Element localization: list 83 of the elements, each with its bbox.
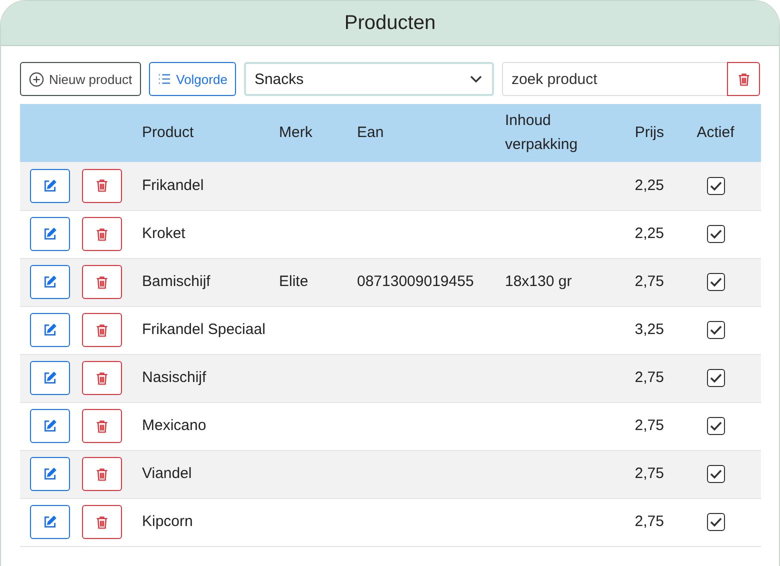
- edit-icon: [43, 515, 57, 529]
- trash-icon: [95, 178, 109, 194]
- active-checkbox[interactable]: [706, 417, 724, 436]
- trash-icon: [95, 226, 109, 242]
- edit-button[interactable]: [30, 457, 70, 491]
- edit-button[interactable]: [30, 361, 70, 395]
- trash-icon: [95, 322, 109, 338]
- edit-icon: [43, 371, 57, 385]
- table-cell: 2,25: [634, 225, 664, 242]
- plus-circle-icon: [29, 72, 44, 86]
- edit-icon: [43, 467, 57, 481]
- trash-icon: [95, 514, 109, 530]
- list-icon: [158, 73, 172, 85]
- table-cell: 2,75: [634, 369, 664, 386]
- table-cell: Nasischijf: [142, 369, 206, 386]
- active-checkbox[interactable]: [706, 369, 724, 388]
- category-dropdown[interactable]: Snacks: [244, 62, 494, 96]
- table-cell: Kipcorn: [142, 513, 193, 530]
- active-checkbox[interactable]: [706, 321, 724, 340]
- search-field[interactable]: zoek product: [502, 62, 727, 96]
- table-cell: 2,75: [634, 273, 664, 290]
- edit-button[interactable]: [30, 168, 70, 203]
- trash-icon: [95, 466, 109, 482]
- table-cell: 3,25: [634, 321, 664, 338]
- new-product-button[interactable]: Nieuw product: [20, 62, 142, 96]
- check-icon: [710, 180, 722, 191]
- column-header[interactable]: Ean: [357, 121, 493, 145]
- table-cell: Viandel: [142, 465, 192, 482]
- active-checkbox[interactable]: [706, 513, 724, 532]
- check-icon: [710, 421, 722, 432]
- delete-button[interactable]: [82, 168, 122, 203]
- edit-icon: [43, 419, 57, 433]
- active-checkbox[interactable]: [706, 465, 724, 484]
- window-title: Producten: [344, 12, 436, 34]
- order-button[interactable]: Volgorde: [149, 62, 236, 96]
- active-checkbox[interactable]: [706, 273, 724, 292]
- edit-icon: [43, 227, 57, 241]
- edit-button[interactable]: [30, 265, 70, 299]
- trash-icon: [95, 418, 109, 434]
- delete-button[interactable]: [82, 409, 122, 443]
- column-header[interactable]: Prijs: [619, 121, 664, 145]
- edit-button[interactable]: [30, 409, 70, 443]
- edit-icon: [43, 323, 57, 337]
- trash-icon: [95, 274, 109, 290]
- delete-button[interactable]: [82, 217, 122, 251]
- edit-button[interactable]: [30, 505, 70, 539]
- delete-button[interactable]: [82, 361, 122, 395]
- delete-button[interactable]: [82, 313, 122, 347]
- edit-button[interactable]: [30, 313, 70, 347]
- check-icon: [710, 517, 722, 528]
- check-icon: [710, 325, 722, 336]
- edit-icon: [43, 275, 57, 289]
- check-icon: [710, 469, 722, 480]
- clear-search-button[interactable]: [727, 62, 760, 96]
- table-cell: 18x130 gr: [505, 273, 572, 290]
- table-cell: 2,25: [634, 176, 664, 194]
- table-cell: Mexicano: [142, 417, 206, 434]
- trash-icon: [95, 370, 109, 386]
- column-header[interactable]: Product: [142, 121, 267, 145]
- active-checkbox[interactable]: [706, 225, 724, 244]
- delete-button[interactable]: [82, 505, 122, 539]
- delete-button[interactable]: [82, 457, 122, 491]
- table-cell: 08713009019455: [357, 273, 474, 290]
- table-cell: 2,75: [634, 465, 664, 482]
- active-checkbox[interactable]: [706, 176, 724, 195]
- edit-icon: [43, 178, 57, 193]
- trash-icon: [736, 72, 750, 86]
- edit-button[interactable]: [30, 217, 70, 251]
- check-icon: [710, 373, 722, 384]
- column-header[interactable]: Inhoud verpakking: [505, 109, 607, 157]
- table-cell: Elite: [279, 273, 308, 290]
- table-cell: Bamischijf: [142, 273, 210, 290]
- table-cell: 2,75: [634, 513, 664, 530]
- column-header[interactable]: Actief: [676, 121, 755, 145]
- table-cell: Frikandel Speciaal: [142, 321, 266, 338]
- table-cell: Kroket: [142, 225, 186, 242]
- check-icon: [710, 229, 722, 240]
- check-icon: [710, 277, 722, 288]
- column-header[interactable]: Merk: [279, 121, 345, 145]
- table-cell: 2,75: [634, 417, 664, 434]
- delete-button[interactable]: [82, 265, 122, 299]
- chevron-down-icon: [470, 75, 482, 83]
- table-cell: Frikandel: [142, 176, 204, 194]
